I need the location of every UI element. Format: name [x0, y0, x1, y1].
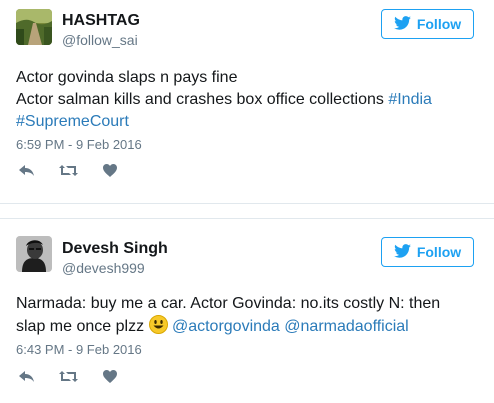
retweet-icon[interactable] [58, 164, 78, 177]
follow-button-label: Follow [416, 16, 462, 32]
tweet-text-line: Actor salman kills and crashes box offic… [16, 89, 432, 111]
display-name[interactable]: HASHTAG [62, 12, 140, 30]
tweet-timestamp[interactable]: 6:43 PM - 9 Feb 2016 [16, 342, 142, 357]
retweet-icon[interactable] [58, 370, 78, 383]
reply-icon[interactable] [18, 164, 36, 177]
twitter-bird-icon [393, 243, 411, 261]
follow-button[interactable]: Follow [381, 237, 474, 267]
avatar[interactable] [16, 236, 52, 272]
tweet-text-line: slap me once plzz @actorgovinda @narmada… [16, 315, 440, 338]
mention-link[interactable]: @narmadaofficial [284, 318, 408, 335]
follow-button[interactable]: Follow [381, 9, 474, 39]
tweet-separator [0, 203, 494, 219]
tweet-timestamp[interactable]: 6:59 PM - 9 Feb 2016 [16, 137, 142, 152]
follow-button-label: Follow [416, 244, 462, 260]
mention-link[interactable]: @actorgovinda [172, 318, 280, 335]
tweet-card: HASHTAG @follow_sai Follow Actor govinda… [0, 0, 494, 203]
tweet-text-line: Actor govinda slaps n pays fine [16, 69, 238, 86]
reply-icon[interactable] [18, 370, 36, 383]
tweet-text: Narmada: buy me a car. Actor Govinda: no… [16, 293, 440, 338]
tweet-card: Devesh Singh @devesh999 Follow Narmada: … [0, 219, 494, 403]
hashtag-link[interactable]: #India [388, 91, 432, 108]
tweet-text-segment: Actor salman kills and crashes box offic… [16, 91, 389, 108]
hashtag-link[interactable]: #SupremeCourt [16, 113, 129, 130]
tweet-text-line: Narmada: buy me a car. Actor Govinda: no… [16, 295, 441, 312]
twitter-bird-icon [393, 15, 411, 33]
tweet-text: Actor govinda slaps n pays fine Actor sa… [16, 67, 432, 133]
like-heart-icon[interactable] [102, 164, 118, 177]
tweet-actions [18, 370, 118, 383]
like-heart-icon[interactable] [102, 370, 118, 383]
user-handle[interactable]: @follow_sai [62, 32, 138, 48]
user-handle[interactable]: @devesh999 [62, 260, 145, 276]
tweet-actions [18, 164, 118, 177]
avatar[interactable] [16, 9, 52, 45]
display-name[interactable]: Devesh Singh [62, 240, 168, 258]
tweet-text-segment: slap me once plzz [16, 318, 149, 335]
smiley-emoji-icon [148, 315, 168, 334]
